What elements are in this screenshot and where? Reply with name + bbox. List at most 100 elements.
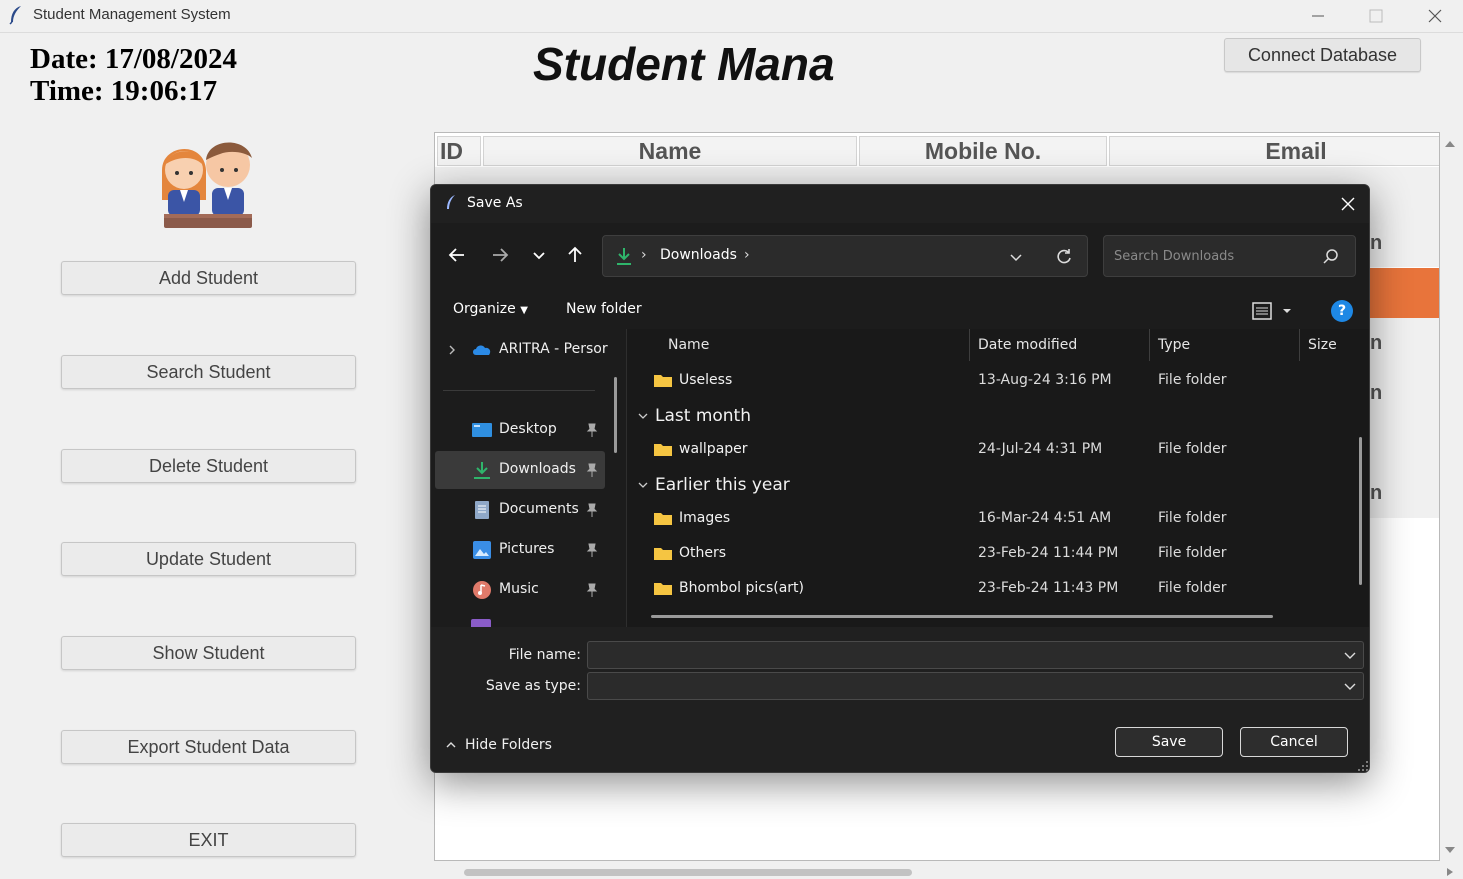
scroll-thumb[interactable] — [464, 869, 912, 876]
column-header-email[interactable]: Email — [1109, 136, 1439, 166]
connect-database-button[interactable]: Connect Database — [1224, 38, 1421, 72]
column-header-size[interactable]: Size — [1308, 337, 1337, 353]
time-label: Time: 19:06:17 — [30, 75, 218, 107]
file-list-horizontal-scrollbar[interactable] — [651, 615, 1273, 618]
exit-button[interactable]: EXIT — [61, 823, 356, 857]
back-arrow-icon[interactable] — [445, 243, 469, 267]
scroll-right-icon[interactable] — [1444, 866, 1456, 878]
chevron-down-icon[interactable] — [1343, 648, 1357, 662]
nav-item-label: Music — [499, 581, 539, 597]
chevron-down-icon[interactable] — [1343, 679, 1357, 693]
help-icon[interactable]: ? — [1331, 300, 1353, 322]
file-name-field[interactable] — [587, 641, 1364, 669]
add-student-button[interactable]: Add Student — [61, 261, 356, 295]
cancel-button[interactable]: Cancel — [1240, 727, 1348, 757]
group-label: Earlier this year — [655, 475, 790, 495]
folder-icon — [654, 444, 672, 456]
search-box[interactable] — [1103, 235, 1356, 277]
view-options-icon[interactable] — [1251, 301, 1295, 321]
breadcrumb-separator[interactable]: › — [744, 247, 750, 263]
file-row[interactable]: Images 16-Mar-24 4:51 AM File folder — [629, 502, 1349, 536]
file-date: 13-Aug-24 3:16 PM — [978, 372, 1112, 388]
resize-grip-icon[interactable] — [1357, 760, 1369, 772]
pin-icon — [586, 503, 598, 517]
address-bar[interactable]: › Downloads › — [602, 235, 1088, 277]
close-icon[interactable] — [1421, 4, 1449, 28]
table-vertical-scrollbar[interactable] — [1442, 133, 1458, 861]
cell-fragment: n — [1370, 332, 1383, 354]
file-name-input[interactable] — [594, 646, 1334, 664]
save-as-type-select[interactable] — [587, 672, 1364, 700]
group-header-last-month[interactable]: Last month — [637, 406, 751, 426]
file-row[interactable]: Bhombol pics(art) 23-Feb-24 11:43 PM Fil… — [629, 572, 1349, 606]
file-name-label: File name: — [508, 647, 581, 663]
file-row[interactable]: Others 23-Feb-24 11:44 PM File folder — [629, 537, 1349, 571]
file-date: 24-Jul-24 4:31 PM — [978, 441, 1103, 457]
refresh-icon[interactable] — [1054, 247, 1074, 267]
search-student-button[interactable]: Search Student — [61, 355, 356, 389]
show-student-button[interactable]: Show Student — [61, 636, 356, 670]
organize-label: Organize — [453, 301, 516, 317]
nav-item-pictures[interactable]: Pictures — [435, 531, 605, 569]
column-header-name[interactable]: Name — [668, 337, 709, 353]
cell-fragment: n — [1370, 232, 1383, 254]
new-folder-button[interactable]: New folder — [566, 301, 642, 317]
column-header-date-modified[interactable]: Date modified — [978, 337, 1077, 353]
nav-item-onedrive[interactable]: ARITRA - Persor — [435, 331, 608, 369]
column-header-name[interactable]: Name — [483, 136, 857, 166]
date-label: Date: 17/08/2024 — [30, 43, 237, 75]
export-student-data-button[interactable]: Export Student Data — [61, 730, 356, 764]
forward-arrow-icon[interactable] — [488, 243, 512, 267]
up-arrow-icon[interactable] — [563, 243, 587, 267]
organize-menu[interactable]: Organize ▼ — [453, 301, 528, 317]
nav-item-label: ARITRA - Persor — [499, 341, 608, 357]
file-list-vertical-scrollbar[interactable] — [1359, 437, 1362, 585]
table-horizontal-scrollbar[interactable] — [434, 864, 1458, 879]
save-button[interactable]: Save — [1115, 727, 1223, 757]
onedrive-cloud-icon — [473, 345, 491, 355]
hide-folders-toggle[interactable]: Hide Folders — [445, 737, 552, 753]
column-header-id[interactable]: ID — [437, 136, 481, 166]
column-divider[interactable] — [1149, 329, 1150, 361]
column-header-type[interactable]: Type — [1158, 337, 1190, 353]
nav-pane-scrollbar[interactable] — [614, 377, 617, 453]
nav-item-label: Desktop — [499, 421, 557, 437]
students-avatar-icon — [162, 142, 252, 228]
cell-fragment: n — [1370, 482, 1383, 504]
search-input[interactable] — [1114, 246, 1314, 266]
breadcrumb-separator[interactable]: › — [641, 247, 647, 263]
pictures-icon — [473, 541, 491, 559]
collapse-chevron-icon — [638, 482, 648, 488]
pin-icon — [586, 423, 598, 437]
hide-folders-label: Hide Folders — [465, 737, 552, 753]
documents-icon — [475, 501, 489, 519]
folder-icon — [654, 513, 672, 525]
column-divider[interactable] — [1299, 329, 1300, 361]
expand-chevron-icon[interactable] — [447, 344, 457, 356]
maximize-icon[interactable] — [1362, 4, 1390, 28]
nav-item-documents[interactable]: Documents — [435, 491, 605, 529]
save-as-type-value[interactable] — [594, 677, 1334, 695]
nav-item-desktop[interactable]: Desktop — [435, 411, 605, 449]
nav-item-downloads[interactable]: Downloads — [435, 451, 605, 489]
nav-item-label: Downloads — [499, 461, 576, 477]
delete-student-button[interactable]: Delete Student — [61, 449, 356, 483]
group-header-earlier-this-year[interactable]: Earlier this year — [637, 475, 790, 495]
close-icon[interactable] — [1337, 193, 1359, 215]
file-row[interactable]: wallpaper 24-Jul-24 4:31 PM File folder — [629, 433, 1349, 467]
search-icon[interactable] — [1322, 248, 1340, 266]
column-header-mobile[interactable]: Mobile No. — [859, 136, 1107, 166]
nav-item-music[interactable]: Music — [435, 571, 605, 609]
file-row[interactable]: Useless 13-Aug-24 3:16 PM File folder — [629, 364, 1349, 398]
recent-locations-chevron-icon[interactable] — [527, 243, 551, 267]
save-as-dialog: Save As › Downloads › Organize ▼ New fol… — [430, 184, 1370, 773]
dialog-content: ARITRA - Persor Desktop Downloads Docume… — [431, 329, 1369, 627]
nav-item-label: Documents — [499, 501, 579, 517]
address-dropdown-icon[interactable] — [1007, 248, 1025, 266]
datetime-display: Date: 17/08/2024 Time: 19:06:17 — [30, 43, 237, 107]
command-bar: Organize ▼ New folder ? — [431, 289, 1369, 329]
column-divider[interactable] — [969, 329, 970, 361]
update-student-button[interactable]: Update Student — [61, 542, 356, 576]
minimize-icon[interactable] — [1304, 4, 1332, 28]
breadcrumb-downloads[interactable]: Downloads — [660, 247, 737, 263]
